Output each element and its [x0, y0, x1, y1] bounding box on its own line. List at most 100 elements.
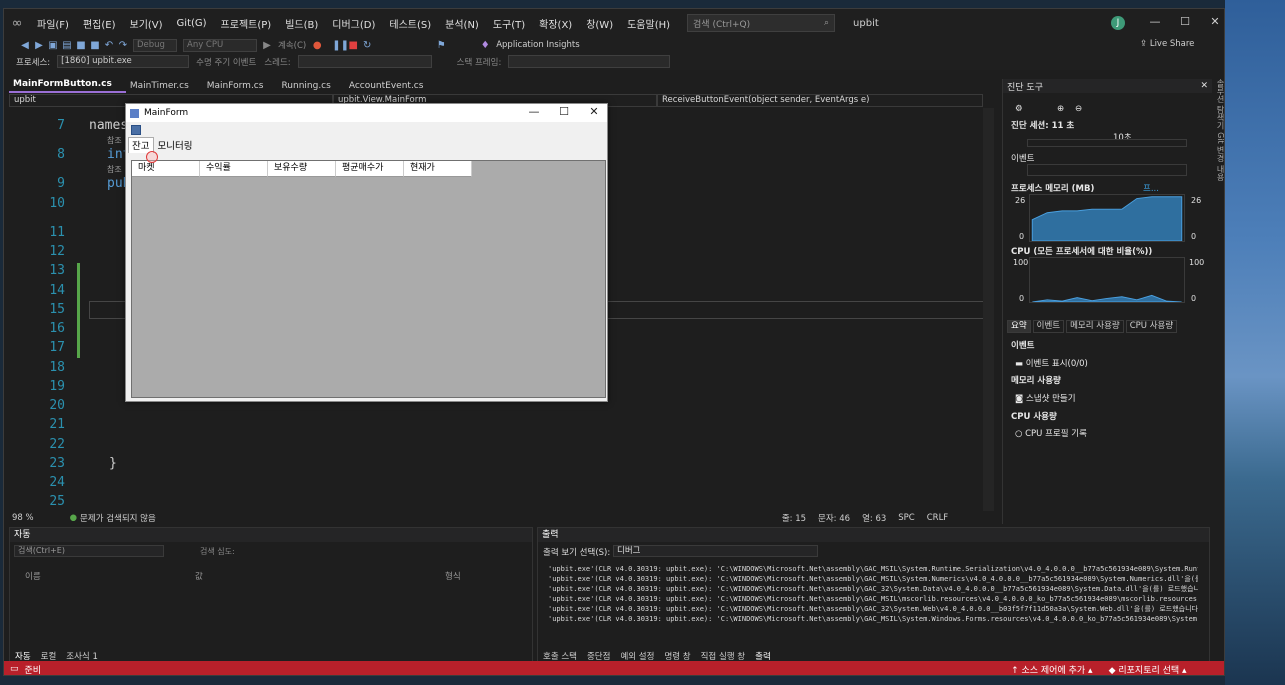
column-avg-price[interactable]: 평균매수가 — [336, 161, 404, 177]
tab-accountevent[interactable]: AccountEvent.cs — [345, 81, 438, 93]
vertical-scrollbar[interactable] — [983, 108, 994, 511]
toolstrip-image-icon[interactable] — [131, 124, 141, 135]
tab-cpu-usage[interactable]: CPU 사용량 — [1125, 320, 1178, 333]
menu-build[interactable]: 빌드(B) — [278, 16, 325, 31]
lifecycle-events-button[interactable]: 수명 주기 이벤트 — [196, 56, 256, 68]
close-icon[interactable]: ✕ — [1200, 81, 1208, 91]
tab-maintimer[interactable]: MainTimer.cs — [126, 81, 203, 93]
column-return[interactable]: 수익률 — [200, 161, 268, 177]
minimize-icon[interactable]: — — [524, 105, 544, 118]
undo-icon[interactable]: ↶ — [102, 40, 116, 51]
column-market[interactable]: 마켓 — [132, 161, 200, 177]
vs-logo-icon: ∞ — [11, 15, 23, 31]
autos-search-input[interactable]: 검색(Ctrl+E) — [14, 545, 164, 557]
global-search-input[interactable]: 검색 (Ctrl+Q) ⌕ — [687, 14, 836, 32]
live-share-button[interactable]: ⇪ Live Share — [1140, 39, 1194, 49]
menu-extensions[interactable]: 확장(X) — [532, 16, 579, 31]
process-label: 프로세스: — [16, 57, 51, 68]
restart-icon[interactable]: ↻ — [360, 40, 374, 51]
tab-mainformbutton[interactable]: MainFormButton.cs — [9, 79, 126, 93]
source-control-button[interactable]: ↑ 소스 제어에 추가 ▴ — [1011, 663, 1092, 676]
menu-view[interactable]: 보기(V) — [123, 16, 170, 31]
thread-select[interactable] — [297, 55, 432, 68]
cpu-chart-title: CPU (모든 프로세서에 대한 비율(%)) — [1011, 247, 1153, 257]
column-quantity[interactable]: 보유수량 — [268, 161, 336, 177]
line-number: 12 — [49, 244, 65, 259]
zoom-out-icon[interactable]: ⊖ — [1075, 104, 1082, 114]
tab-running[interactable]: Running.cs — [277, 81, 344, 93]
close-icon[interactable]: ✕ — [584, 105, 604, 118]
menu-help[interactable]: 도움말(H) — [620, 16, 677, 31]
open-icon[interactable]: ▤ — [60, 40, 74, 51]
memory-area-series — [1031, 196, 1183, 241]
menu-file[interactable]: 파일(F) — [30, 16, 76, 31]
tab-events[interactable]: 이벤트 — [1032, 320, 1065, 333]
close-icon[interactable]: ✕ — [1208, 15, 1222, 29]
spacing-indicator[interactable]: SPC — [898, 513, 914, 523]
timeline-ruler[interactable] — [1027, 139, 1187, 147]
cpu-chart — [1029, 257, 1185, 303]
form-tab-control: 잔고 모니터링 — [126, 137, 607, 153]
char-indicator: 문자: 46 — [818, 514, 851, 524]
maximize-icon[interactable]: ☐ — [1178, 15, 1192, 29]
tab-monitoring[interactable]: 모니터링 — [154, 138, 196, 153]
balance-grid[interactable]: 마켓 수익률 보유수량 평균매수가 현재가 — [131, 160, 606, 398]
member-select[interactable]: ReceiveButtonEvent(object sender, EventA… — [657, 94, 983, 107]
save-all-icon[interactable]: ■ — [88, 40, 102, 51]
play-icon[interactable]: ▶ — [260, 40, 274, 51]
hot-reload-icon[interactable]: ● — [310, 40, 324, 51]
menu-window[interactable]: 창(W) — [579, 16, 620, 31]
new-project-icon[interactable]: ▣ — [46, 40, 60, 51]
settings-icon[interactable]: ⚙ — [1015, 104, 1023, 114]
app-insights-button[interactable]: Application Insights — [496, 40, 579, 50]
menu-test[interactable]: 테스트(S) — [382, 16, 438, 31]
desktop: ∞ 파일(F) 편집(E) 보기(V) Git(G) 프로젝트(P) 빌드(B)… — [0, 0, 1285, 685]
menu-tools[interactable]: 도구(T) — [486, 16, 532, 31]
document-tabs: MainFormButton.cs MainTimer.cs MainForm.… — [9, 79, 999, 93]
menu-analyze[interactable]: 분석(N) — [438, 16, 486, 31]
mainform-titlebar[interactable]: MainForm — ☐ ✕ — [126, 104, 607, 122]
redo-icon[interactable]: ↷ — [116, 40, 130, 51]
output-text[interactable]: 'upbit.exe'(CLR v4.0.30319: upbit.exe): … — [538, 564, 1198, 624]
stop-icon[interactable]: ■ — [346, 40, 360, 51]
menu-git[interactable]: Git(G) — [170, 18, 214, 29]
account-avatar[interactable]: J — [1111, 16, 1125, 30]
platform-select[interactable]: Any CPU — [183, 38, 257, 52]
line-number: 9 — [57, 176, 65, 191]
minimize-icon[interactable]: — — [1148, 15, 1162, 29]
line-number: 16 — [49, 321, 65, 336]
show-events-link[interactable]: ▬ 이벤트 표시(0/0) — [1015, 357, 1088, 369]
save-icon[interactable]: ■ — [74, 40, 88, 51]
column-current-price[interactable]: 현재가 — [404, 161, 472, 177]
menu-debug[interactable]: 디버그(D) — [325, 16, 382, 31]
repo-select-button[interactable]: ◆ 리포지토리 선택 ▴ — [1109, 663, 1187, 676]
back-icon[interactable]: ◀ — [18, 40, 32, 51]
code-lens-refs[interactable]: 참조 — [107, 164, 122, 175]
stack-frame-select[interactable] — [508, 55, 671, 68]
output-line: 'upbit.exe'(CLR v4.0.30319: upbit.exe): … — [548, 575, 1198, 583]
side-tool-tabs[interactable]: 솔루션 탐색기 Git 변경 내용 — [1213, 79, 1224, 199]
take-snapshot-button[interactable]: ◙ 스냅샷 만들기 — [1015, 392, 1076, 404]
process-select[interactable]: [1860] upbit.exe — [57, 55, 190, 68]
pause-icon[interactable]: ❚❚ — [332, 40, 349, 51]
menu-edit[interactable]: 편집(E) — [76, 16, 123, 31]
forward-icon[interactable]: ▶ — [32, 40, 46, 51]
maximize-icon[interactable]: ☐ — [554, 105, 574, 118]
line-number: 24 — [49, 475, 65, 490]
line-number: 20 — [49, 398, 65, 413]
record-cpu-profile-button[interactable]: ○ CPU 프로필 기록 — [1015, 427, 1087, 439]
bookmark-icon[interactable]: ⚑ — [434, 40, 448, 51]
menu-project[interactable]: 프로젝트(P) — [214, 16, 279, 31]
zoom-level[interactable]: 98 % — [12, 513, 34, 523]
line-ending-indicator[interactable]: CRLF — [927, 513, 948, 523]
line-number: 18 — [49, 360, 65, 375]
config-select[interactable]: Debug — [133, 38, 177, 52]
output-source-select[interactable]: 디버그 — [613, 545, 818, 557]
issues-status[interactable]: 문제가 검색되지 않음 — [80, 512, 156, 524]
code-lens-refs[interactable]: 참조 — [107, 135, 122, 146]
tab-memory-usage[interactable]: 메모리 사용량 — [1066, 320, 1124, 333]
tab-mainform[interactable]: MainForm.cs — [203, 81, 278, 93]
continue-button[interactable]: 계속(C) — [278, 39, 306, 51]
zoom-in-icon[interactable]: ⊕ — [1057, 104, 1064, 114]
tab-summary[interactable]: 요약 — [1007, 320, 1031, 333]
